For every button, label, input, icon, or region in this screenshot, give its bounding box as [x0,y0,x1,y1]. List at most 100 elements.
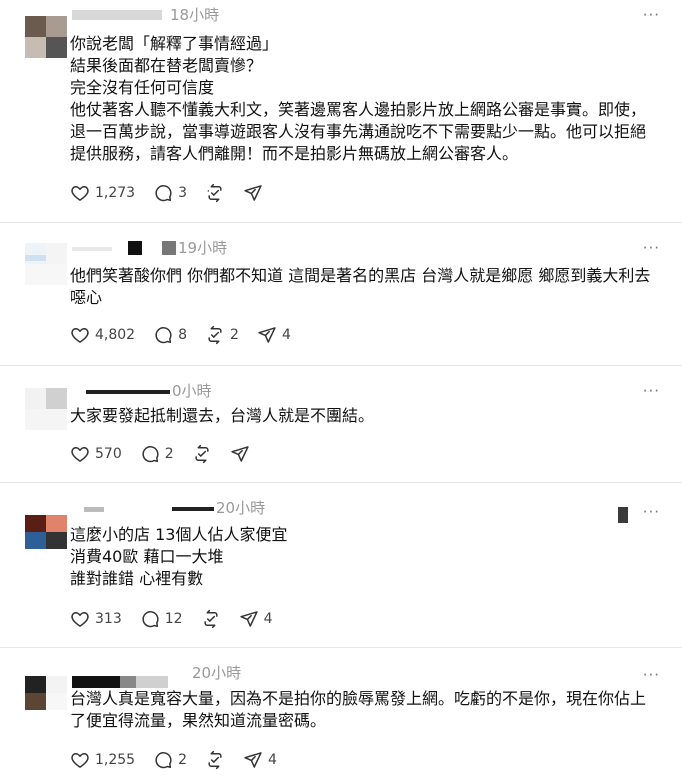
share-button[interactable]: 4 [243,750,277,770]
like-count: 1,273 [95,185,136,201]
share-button[interactable] [243,183,263,203]
repost-icon [203,609,218,629]
post-text-line: 大家要發起抵制還去，台灣人就是不團結。 [70,406,375,425]
comment-count: 12 [164,611,183,627]
repost-button[interactable] [192,444,212,464]
comment-icon [155,185,172,202]
share-button[interactable]: 4 [257,325,291,345]
comment-button[interactable]: 2 [153,750,187,770]
post-text: 大家要發起抵制還去，台灣人就是不團結。 [70,405,664,427]
post-text-line: 結果後面都在替老闆賣慘？ [70,56,263,75]
like-count: 4,802 [95,327,136,343]
post-text: 你說老闆「解釋了事情經過」 結果後面都在替老闆賣慘？ 完全沒有任何可信度 他仗著… [70,33,664,165]
like-button[interactable]: 1,273 [70,183,135,203]
post-text-line: 完全沒有任何可信度 [70,78,215,97]
comment-count: 3 [178,185,188,201]
username-part [172,507,214,511]
timestamp[interactable]: 20小時 [216,497,265,518]
post-header: 20小時 [72,497,592,519]
like-count: 1,255 [95,752,136,768]
repost-icon [208,750,222,770]
like-button[interactable]: 313 [70,609,122,629]
username[interactable] [72,247,112,251]
repost-button[interactable] [201,609,221,629]
comment-button[interactable]: 8 [153,325,187,345]
more-icon[interactable]: ··· [643,241,660,256]
post-text: 這麼小的店 13個人佔人家便宜 消費40歐 藉口一大堆 誰對誰錯 心裡有數 [70,524,664,590]
avatar[interactable] [25,16,67,58]
like-button[interactable]: 570 [70,444,122,464]
post-text-line: 噁心 [70,288,103,307]
heart-icon [71,328,89,343]
comment-icon [142,611,159,628]
timestamp[interactable]: 19小時 [178,237,227,258]
post-header: 18小時 [72,4,592,26]
username[interactable] [84,507,104,512]
repost-icon [208,325,222,345]
media-indicator [618,507,628,523]
post-text: 台灣人真是寬容大量，因為不是拍你的臉辱罵發上網。吃虧的不是你，現在你佔上 了便宜… [70,688,664,732]
share-count: 4 [268,752,277,768]
heart-icon [71,447,89,462]
post-text-line: 了便宜得流量，果然知道流量密碼。 [70,711,327,730]
post-actions: 1,255 2 4 [70,749,295,771]
send-icon [244,185,262,201]
post-text-line: 誰對誰錯 心裡有數 [70,569,204,588]
post-actions: 4,802 8 2 4 [70,324,309,346]
post-2: 19小時 ··· 他們笑著酸你們 你們都不知道 這間是著名的黑店 台灣人就是鄉愿… [0,223,682,365]
post-text-line: 他仗著客人聽不懂義大利文，笑著邊罵客人邊拍影片放上網路公審是事實。即使， [70,100,647,119]
share-count: 4 [281,327,291,343]
avatar[interactable] [25,243,67,285]
repost-button[interactable]: 2 [205,325,239,345]
post-header: 0小時 [72,380,592,402]
post-actions: 1,273 3 [70,182,281,204]
comment-button[interactable]: 12 [140,609,183,629]
post-text-line: 他們笑著酸你們 你們都不知道 這間是著名的黑店 台灣人就是鄉愿 鄉愿到義大利去 [70,266,651,285]
like-button[interactable]: 1,255 [70,750,135,770]
post-text-line: 消費40歐 藉口一大堆 [70,547,224,566]
avatar[interactable] [25,676,67,718]
username-part [136,676,168,688]
send-icon [239,611,258,627]
post-text-line: 這麼小的店 13個人佔人家便宜 [70,525,288,544]
post-1: 18小時 ··· 你說老闆「解釋了事情經過」 結果後面都在替老闆賣慘？ 完全沒有… [0,0,682,222]
like-button[interactable]: 4,802 [70,325,135,345]
username-part [162,241,176,255]
username[interactable] [86,390,170,394]
share-count: 4 [263,611,273,627]
like-count: 570 [95,446,122,462]
share-button[interactable] [230,444,250,464]
post-actions: 570 2 [70,443,268,465]
more-icon[interactable]: ··· [643,384,660,399]
repost-button[interactable] [205,750,225,770]
send-icon [258,327,276,343]
comment-icon [155,752,172,769]
avatar[interactable] [25,515,67,557]
username-part [128,241,142,255]
more-icon[interactable]: ··· [643,8,660,23]
heart-icon [71,186,89,201]
post-text: 他們笑著酸你們 你們都不知道 這間是著名的黑店 台灣人就是鄉愿 鄉愿到義大利去 … [70,265,664,309]
timestamp[interactable]: 0小時 [172,380,212,401]
comment-button[interactable]: 2 [140,444,174,464]
more-icon[interactable]: ··· [643,668,660,683]
post-actions: 313 12 4 [70,608,290,630]
post-header: 19小時 [72,237,592,259]
timestamp[interactable]: 18小時 [170,4,219,25]
repost-count: 2 [230,327,239,343]
timestamp[interactable]: 20小時 [192,662,241,683]
like-count: 313 [95,611,122,627]
avatar[interactable] [25,388,67,430]
repost-button[interactable] [205,183,225,203]
post-header: 20小時 [72,662,592,688]
share-button[interactable]: 4 [239,609,273,629]
post-text-line: 台灣人真是寬容大量，因為不是拍你的臉辱罵發上網。吃虧的不是你，現在你佔上 [70,689,647,708]
send-icon [230,446,249,462]
comment-count: 8 [178,327,188,343]
username[interactable] [72,10,162,20]
more-icon[interactable]: ··· [643,505,660,520]
post-4: 20小時 ··· 這麼小的店 13個人佔人家便宜 消費40歐 藉口一大堆 誰對誰… [0,483,682,647]
comment-button[interactable]: 3 [153,183,187,203]
username[interactable] [72,676,120,688]
post-text-line: 提供服務，請客人們離開！而不是拍影片無碼放上網公審客人。 [70,144,519,163]
